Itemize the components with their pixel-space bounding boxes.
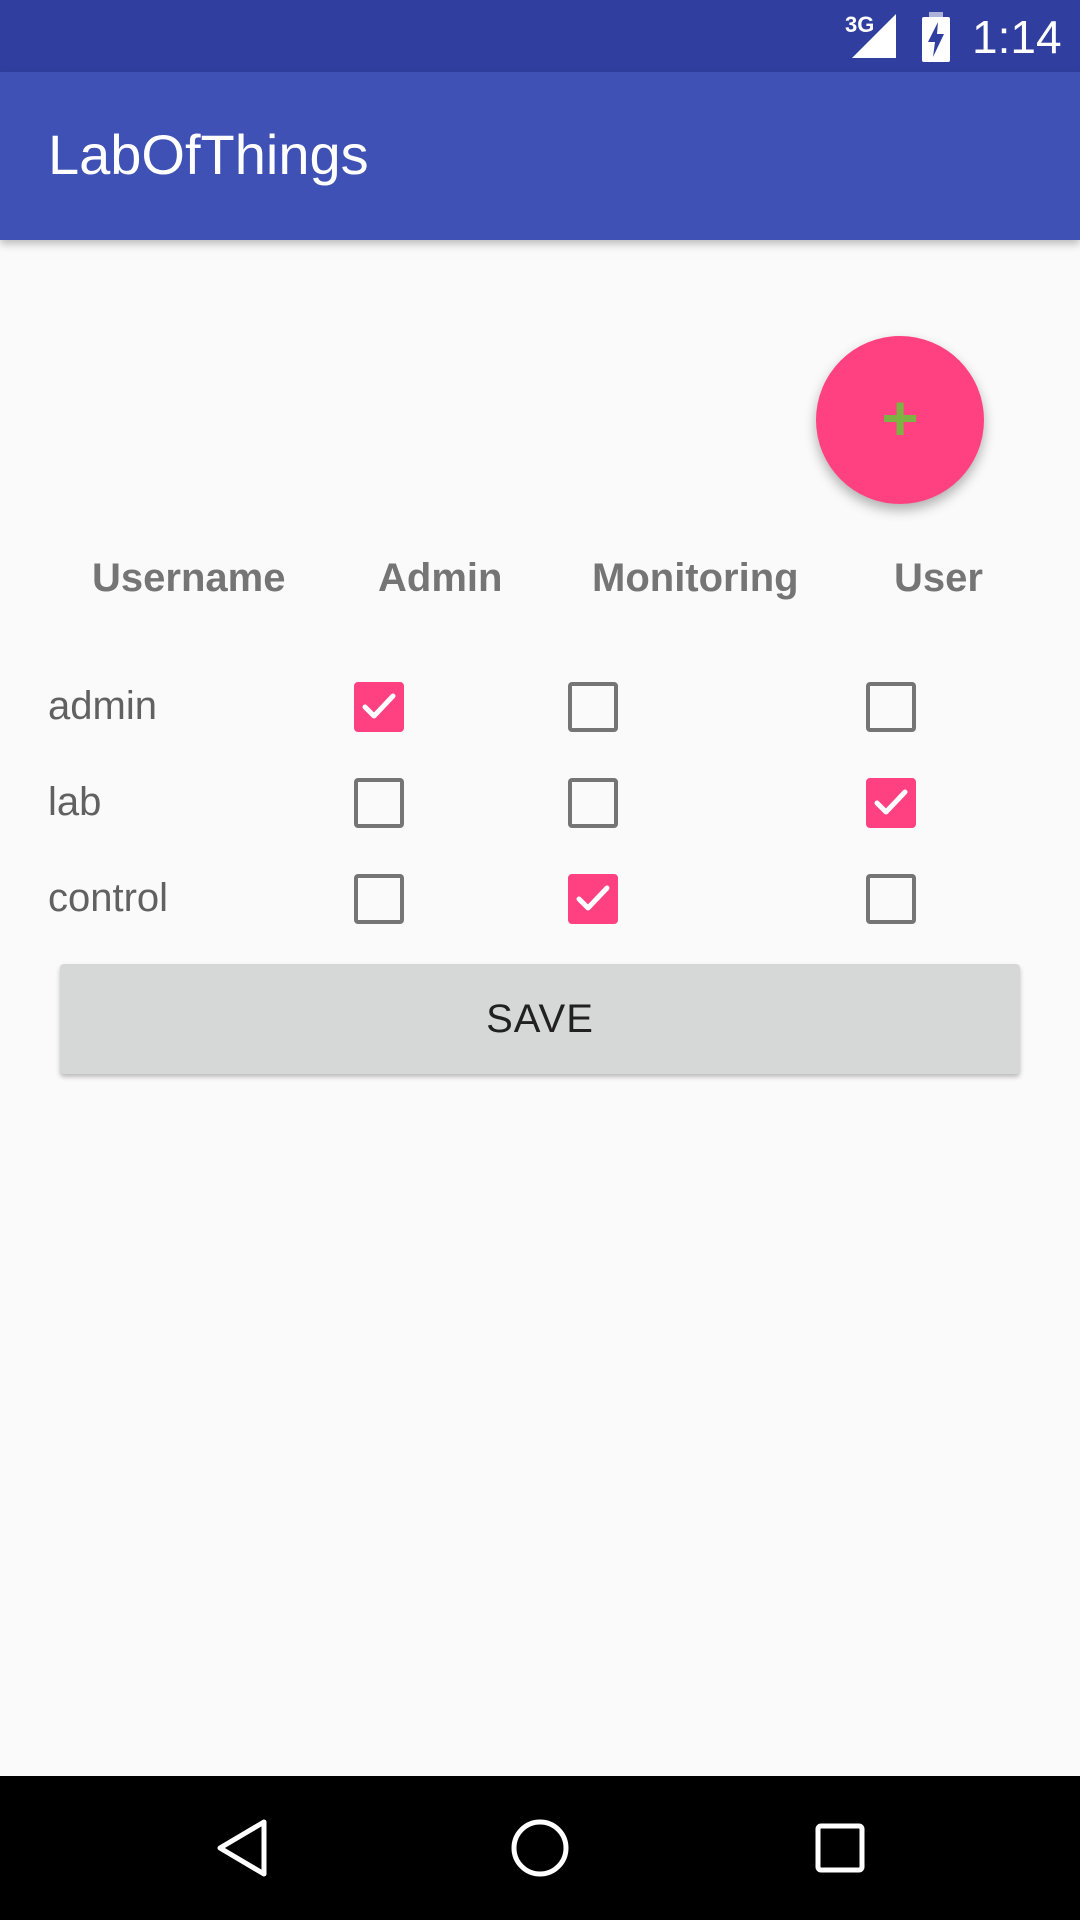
- checkbox-monitoring[interactable]: [568, 778, 618, 828]
- navigation-bar: [0, 1776, 1080, 1920]
- app-title: LabOfThings: [48, 123, 369, 186]
- checkbox-user[interactable]: [866, 874, 916, 924]
- row-username: control: [48, 876, 169, 920]
- checkbox-user[interactable]: [866, 682, 916, 732]
- clock: 1:14: [972, 11, 1062, 63]
- check-icon: [362, 693, 396, 719]
- header-username: Username: [92, 556, 286, 600]
- save-button[interactable]: SAVE: [60, 964, 1020, 1074]
- row-username: lab: [48, 780, 102, 824]
- add-icon: +: [881, 382, 919, 454]
- header-user: User: [894, 556, 983, 600]
- checkbox-admin[interactable]: [354, 874, 404, 924]
- add-user-button[interactable]: +: [816, 336, 984, 504]
- checkbox-admin[interactable]: [354, 682, 404, 732]
- checkbox-monitoring[interactable]: [568, 874, 618, 924]
- row-username: admin: [48, 684, 157, 728]
- home-icon[interactable]: [509, 1816, 571, 1880]
- recents-icon[interactable]: [814, 1816, 866, 1880]
- checkbox-monitoring[interactable]: [568, 682, 618, 732]
- checkbox-user[interactable]: [866, 778, 916, 828]
- battery-charging-icon: [922, 12, 950, 62]
- check-icon: [874, 789, 908, 815]
- signal-icon: [852, 14, 896, 58]
- check-icon: [576, 885, 610, 911]
- back-icon[interactable]: [212, 1816, 272, 1880]
- app-bar: LabOfThings: [0, 72, 1080, 240]
- status-bar: 3G 1:14: [0, 0, 1080, 72]
- checkbox-admin[interactable]: [354, 778, 404, 828]
- header-admin: Admin: [378, 556, 503, 600]
- header-monitoring: Monitoring: [592, 556, 799, 600]
